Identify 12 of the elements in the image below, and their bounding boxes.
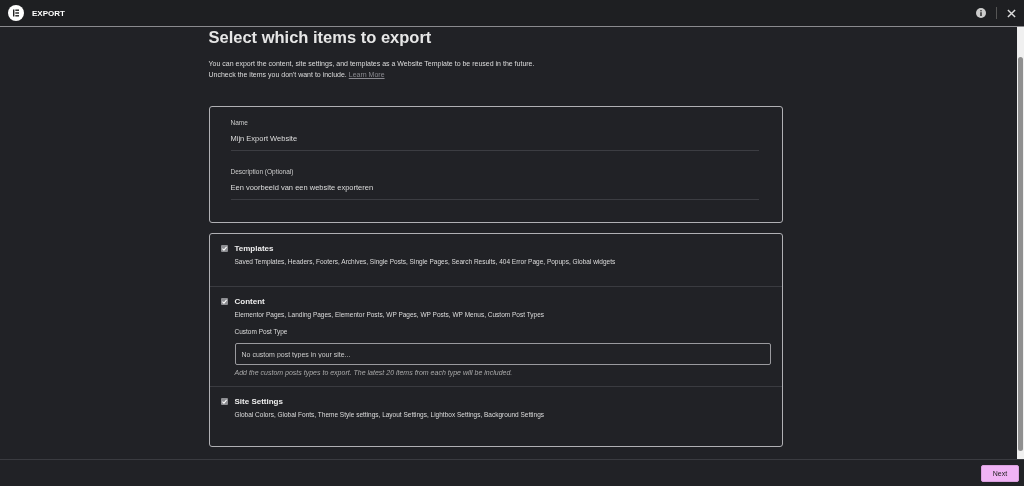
- item-title: Site Settings: [234, 397, 283, 406]
- scrollbar[interactable]: [1017, 27, 1024, 459]
- item-title: Templates: [234, 244, 274, 253]
- checkbox[interactable]: [220, 245, 228, 252]
- logo-icon: [8, 5, 24, 21]
- item-title: Content: [234, 297, 265, 306]
- checkbox[interactable]: [220, 398, 228, 405]
- info-icon[interactable]: [976, 8, 986, 18]
- checkbox[interactable]: [220, 298, 228, 305]
- close-icon[interactable]: [1007, 8, 1016, 18]
- page-title: Select which items to export: [208, 28, 433, 47]
- header-title: EXPORT: [32, 8, 65, 18]
